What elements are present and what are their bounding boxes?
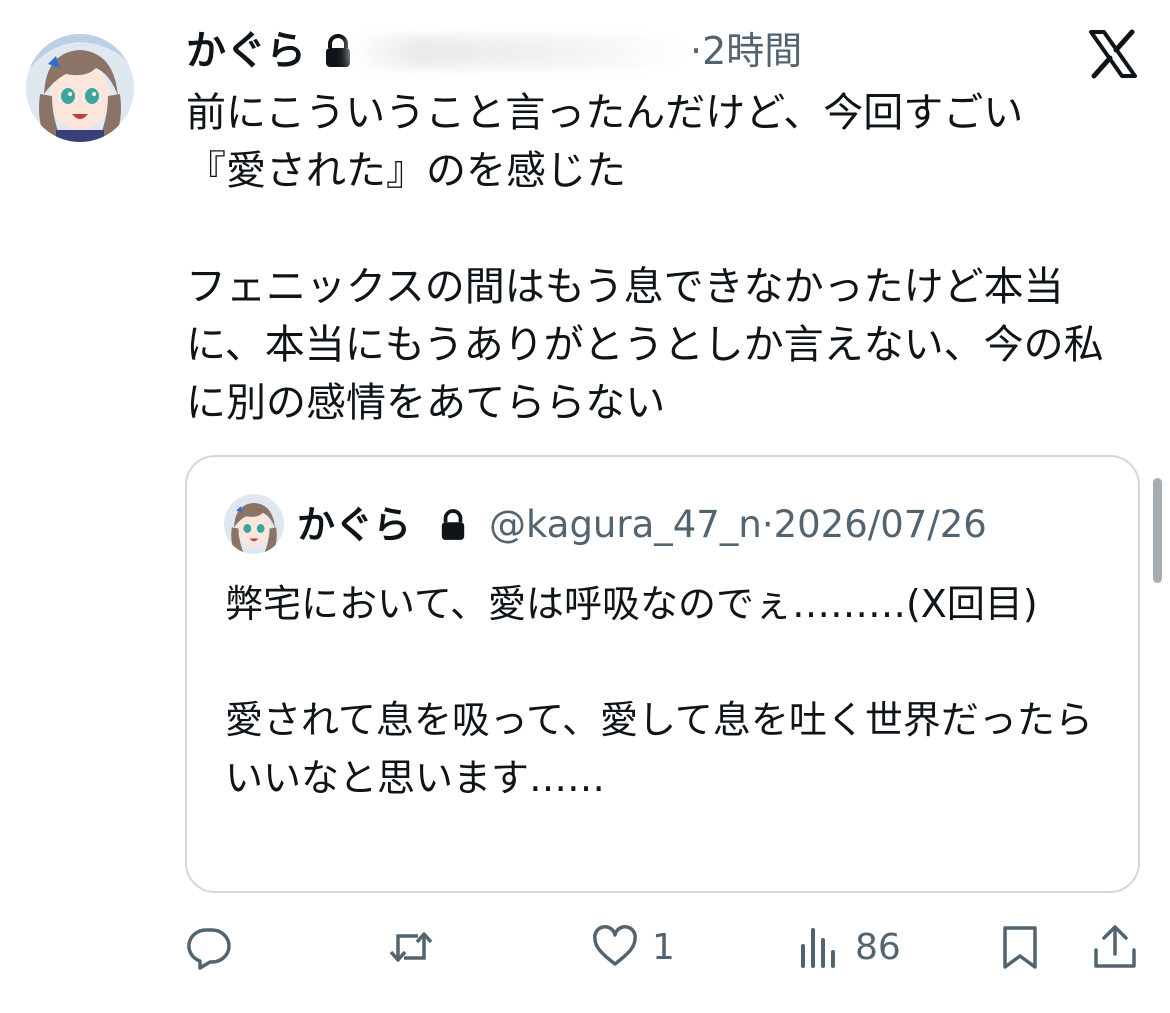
reply-button[interactable]	[186, 922, 232, 972]
repost-icon	[389, 932, 433, 962]
author-name[interactable]: かぐら	[186, 25, 306, 77]
quoted-meta: @kagura_47_n·2026/07/26	[489, 499, 987, 551]
views-count: 86	[855, 926, 901, 968]
lock-icon	[323, 34, 353, 68]
like-button[interactable]: 1	[592, 922, 675, 972]
quoted-handle: @kagura_47_n	[489, 503, 762, 546]
heart-icon	[593, 925, 637, 966]
quoted-author-name: かぐら	[297, 503, 412, 547]
post-time[interactable]: ·2時間	[690, 25, 802, 77]
quoted-author-avatar[interactable]	[224, 494, 284, 554]
quoted-date: 2026/07/26	[773, 503, 987, 546]
quoted-post[interactable]: かぐら @kagura_47_n·2026/07/26 弊宅において、愛は呼吸な…	[185, 455, 1140, 893]
post-text: 前にこういうこと言ったんだけど、今回すごい 『愛された』のを感じた フェニックス…	[186, 90, 1104, 426]
share-icon	[1094, 925, 1136, 968]
author-avatar[interactable]	[26, 34, 134, 142]
reply-icon	[187, 928, 231, 970]
scrollbar[interactable]	[1153, 478, 1162, 583]
views-icon	[801, 928, 835, 968]
quoted-text: 弊宅において、愛は呼吸なのでぇ………(X回目) 愛されて息を吸って、愛して息を吐…	[225, 582, 1093, 800]
bookmark-icon	[1003, 926, 1037, 969]
x-logo-icon[interactable]	[1087, 28, 1139, 80]
post-time-label: 2時間	[702, 29, 803, 73]
separator-dot: ·	[690, 29, 703, 73]
like-count: 1	[652, 926, 675, 968]
views-button[interactable]: 86	[795, 922, 901, 972]
separator-dot: ·	[761, 503, 774, 546]
bookmark-button[interactable]	[997, 922, 1043, 972]
blurred-handle	[350, 36, 685, 68]
share-button[interactable]	[1092, 922, 1138, 972]
repost-button[interactable]	[388, 922, 434, 972]
lock-icon	[439, 509, 467, 541]
